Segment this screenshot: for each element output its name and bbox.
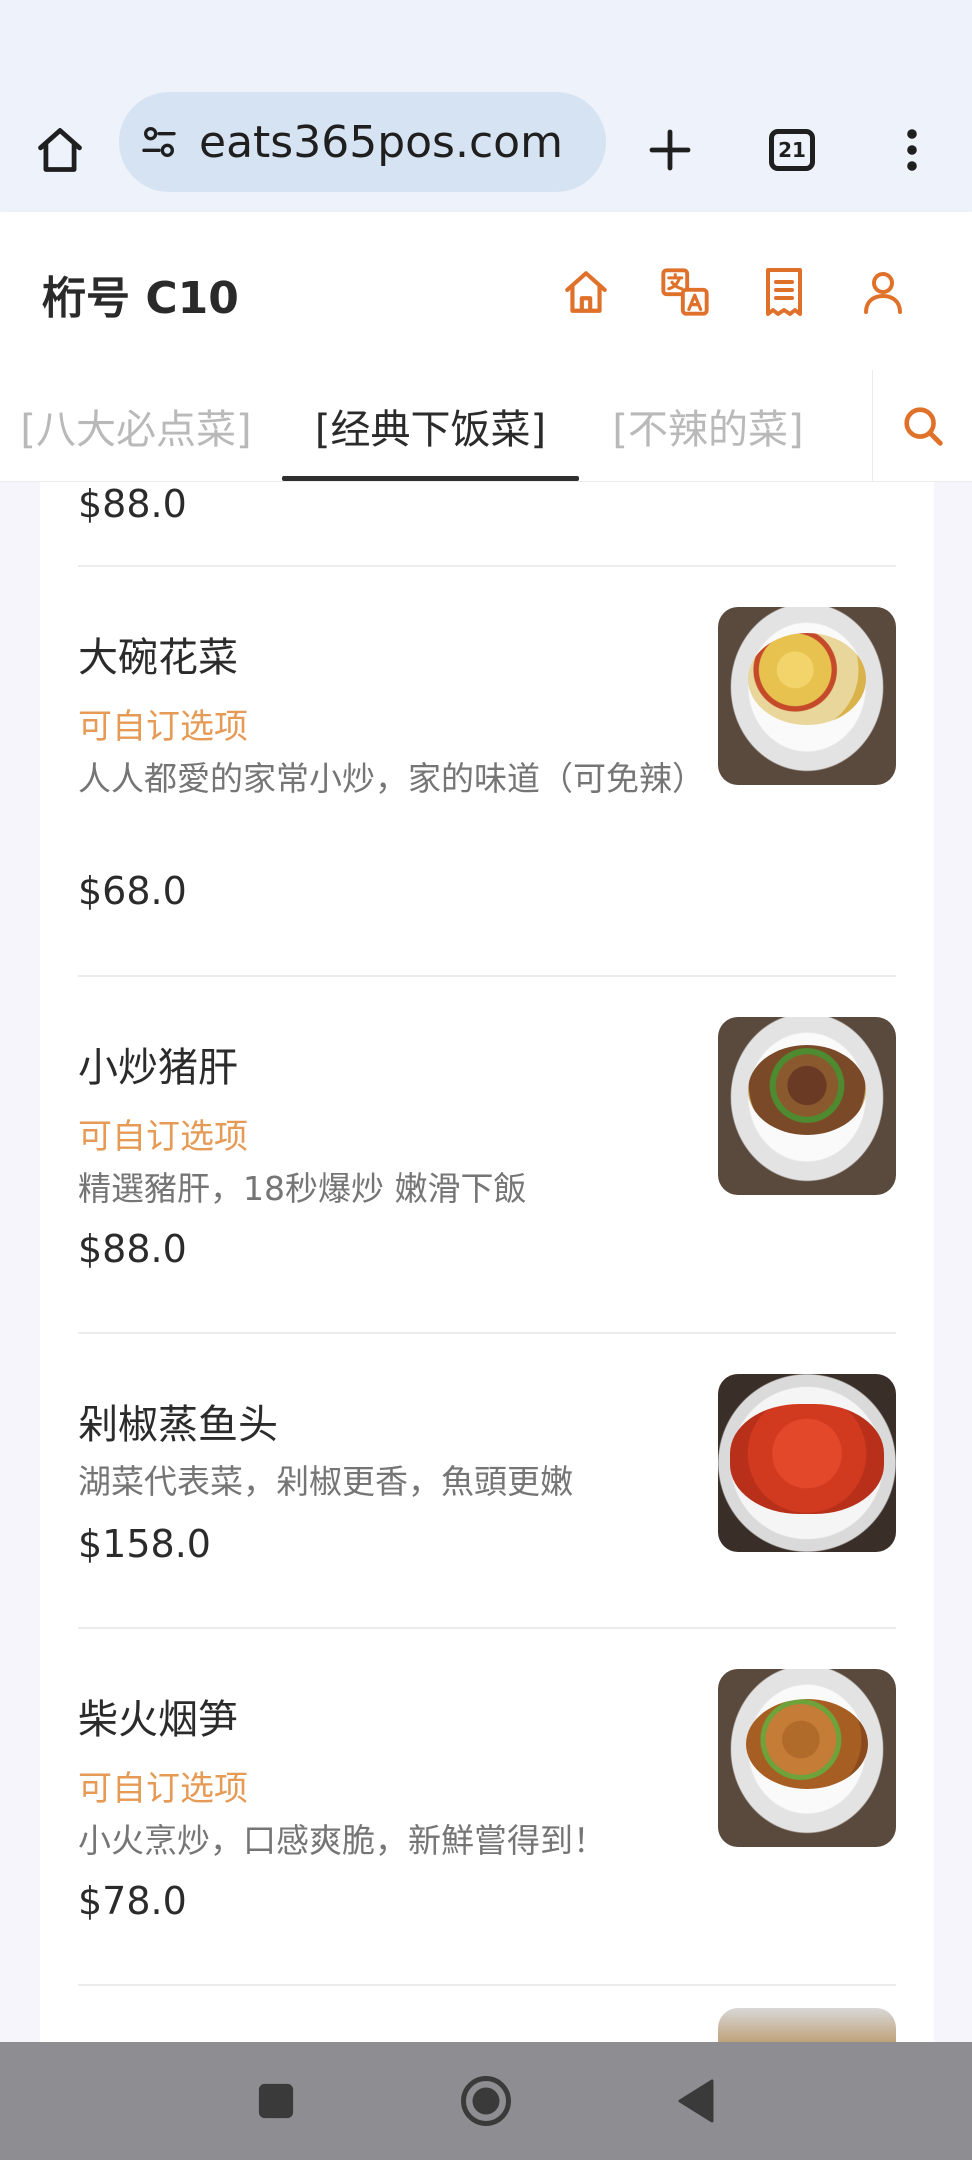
item-photo[interactable] — [718, 1374, 896, 1552]
item-photo[interactable] — [718, 1017, 896, 1195]
screen: eats365pos.com 21 桁号 C10 [八大必点菜] [经典下饭菜]… — [0, 0, 972, 2160]
menu-item[interactable]: 柴火烟笋 可自订选项 小火烹炒，口感爽脆，新鮮嘗得到！ $78.0 — [40, 1629, 934, 1986]
item-price: $158.0 — [78, 1522, 211, 1566]
system-nav-bar — [0, 2042, 972, 2160]
menu-item[interactable]: 小炒猪肝 可自订选项 精選豬肝，18秒爆炒 嫩滑下飯 $88.0 — [40, 977, 934, 1334]
item-description: 小火烹炒，口感爽脆，新鮮嘗得到！ — [78, 1821, 606, 1860]
item-price: $88.0 — [78, 482, 187, 526]
item-photo[interactable] — [718, 1669, 896, 1847]
item-name: 小炒猪肝 — [78, 1045, 238, 1091]
order-receipt-button[interactable] — [756, 264, 812, 320]
status-bar — [0, 0, 972, 88]
item-price: $88.0 — [78, 1227, 187, 1271]
browser-menu-button[interactable] — [872, 88, 952, 212]
tab-switcher-button[interactable]: 21 — [752, 88, 832, 212]
home-icon — [565, 271, 607, 313]
item-customize-label: 可自订选项 — [78, 707, 248, 747]
account-button[interactable] — [855, 264, 911, 320]
site-settings-icon[interactable] — [139, 122, 179, 162]
translate-icon — [661, 268, 709, 316]
address-bar[interactable]: eats365pos.com — [119, 92, 606, 192]
url-text: eats365pos.com — [199, 116, 563, 168]
item-photo[interactable] — [718, 2008, 896, 2042]
item-name: 柴火烟笋 — [78, 1697, 238, 1743]
home-nav-system-button[interactable] — [446, 2042, 526, 2160]
item-name: 大碗花菜 — [78, 635, 238, 681]
square-icon — [258, 2083, 294, 2119]
app-header: 桁号 C10 — [0, 212, 972, 370]
item-description: 人人都愛的家常小炒，家的味道（可免辣） — [78, 759, 705, 798]
tab-category-1[interactable]: [八大必点菜] — [0, 370, 272, 481]
menu-item[interactable]: 大碗花菜 可自订选项 人人都愛的家常小炒，家的味道（可免辣） $68.0 — [40, 567, 934, 977]
browser-toolbar: eats365pos.com 21 — [0, 88, 972, 212]
category-tabs: [八大必点菜] [经典下饭菜] [不辣的菜] — [0, 370, 972, 482]
search-button[interactable] — [872, 370, 972, 481]
more-vert-icon — [907, 129, 917, 171]
item-customize-label: 可自订选项 — [78, 1769, 248, 1809]
home-button[interactable] — [22, 88, 98, 212]
search-icon — [903, 407, 943, 446]
menu-item-partial[interactable]: $88.0 — [40, 482, 934, 567]
new-tab-button[interactable] — [630, 88, 710, 212]
item-description: 精選豬肝，18秒爆炒 嫩滑下飯 — [78, 1169, 527, 1208]
item-photo[interactable] — [718, 607, 896, 785]
user-icon — [864, 272, 902, 314]
tab-count: 21 — [769, 129, 815, 171]
active-tab-indicator — [282, 476, 579, 481]
table-number: 桁号 C10 — [42, 273, 239, 324]
item-customize-label: 可自订选项 — [78, 1117, 248, 1157]
menu-list: $88.0 大碗花菜 可自订选项 人人都愛的家常小炒，家的味道（可免辣） $68… — [40, 482, 934, 2042]
back-triangle-icon — [678, 2079, 714, 2123]
plus-icon — [649, 129, 691, 171]
tab-category-3[interactable]: [不辣的菜] — [600, 370, 816, 481]
receipt-icon — [766, 268, 802, 316]
back-button[interactable] — [656, 2042, 736, 2160]
menu-item-partial[interactable] — [40, 1986, 934, 2042]
item-description: 湖菜代表菜，剁椒更香，魚頭更嫩 — [78, 1462, 573, 1501]
menu-item[interactable]: 剁椒蒸鱼头 湖菜代表菜，剁椒更香，魚頭更嫩 $158.0 — [40, 1334, 934, 1629]
circle-home-icon — [461, 2076, 511, 2126]
item-price: $68.0 — [78, 869, 187, 913]
tab-category-2[interactable]: [经典下饭菜] — [282, 370, 579, 481]
item-price: $78.0 — [78, 1879, 187, 1923]
item-name: 剁椒蒸鱼头 — [78, 1402, 278, 1448]
language-button[interactable] — [657, 264, 713, 320]
home-nav-button[interactable] — [558, 264, 614, 320]
recents-button[interactable] — [236, 2042, 316, 2160]
home-icon — [38, 128, 82, 172]
